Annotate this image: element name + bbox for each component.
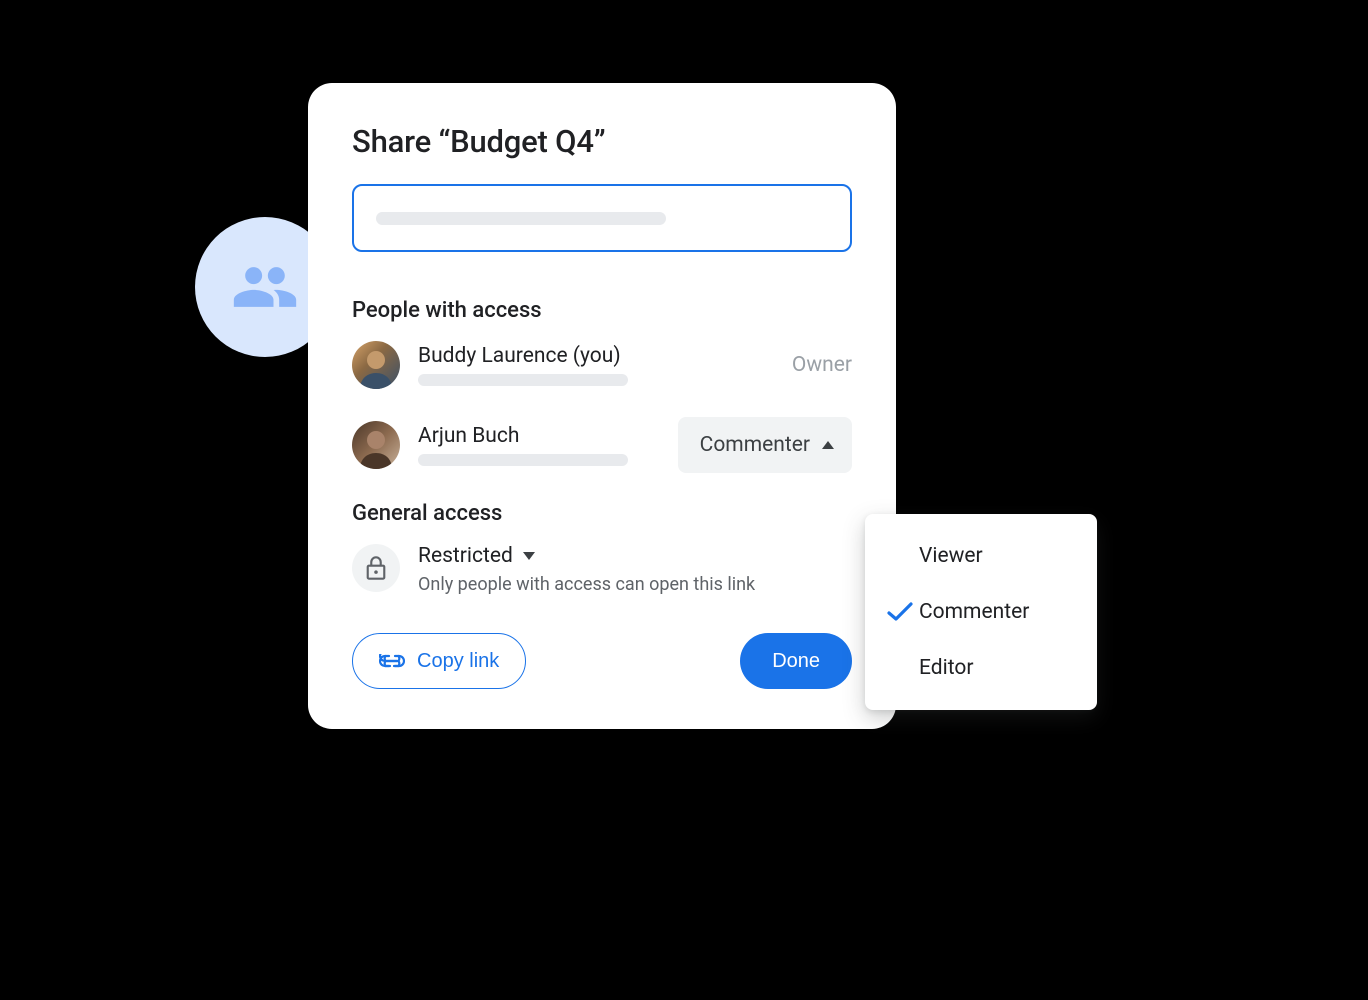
dialog-title: Share “Budget Q4” (352, 123, 852, 160)
lock-icon-container (352, 544, 400, 592)
input-placeholder-skeleton (376, 212, 666, 225)
general-access-heading: General access (352, 501, 852, 526)
general-access-mode-label: Restricted (418, 544, 513, 568)
copy-link-label: Copy link (417, 650, 499, 673)
role-options-menu: Viewer Commenter Editor (865, 514, 1097, 710)
role-option-label: Commenter (919, 600, 1029, 624)
done-button[interactable]: Done (740, 633, 852, 689)
person-name: Buddy Laurence (you) (418, 344, 782, 368)
role-option-viewer[interactable]: Viewer (865, 528, 1097, 584)
people-icon (231, 253, 299, 321)
add-people-input[interactable] (352, 184, 852, 252)
person-email-skeleton (418, 374, 628, 386)
lock-icon (365, 555, 387, 581)
person-role-selected: Commenter (700, 433, 810, 457)
people-with-access-heading: People with access (352, 298, 852, 323)
role-option-editor[interactable]: Editor (865, 640, 1097, 696)
link-icon (379, 654, 405, 668)
role-option-commenter[interactable]: Commenter (865, 584, 1097, 640)
avatar (352, 421, 400, 469)
general-access-mode-dropdown[interactable]: Restricted (418, 544, 535, 568)
person-row: Arjun Buch Commenter (352, 417, 852, 473)
check-icon (885, 602, 915, 622)
person-name: Arjun Buch (418, 424, 678, 448)
chevron-down-icon (523, 552, 535, 560)
role-option-label: Viewer (919, 544, 983, 568)
chevron-up-icon (822, 441, 834, 449)
person-role-label: Owner (792, 353, 852, 377)
person-role-dropdown[interactable]: Commenter (678, 417, 852, 473)
person-email-skeleton (418, 454, 628, 466)
person-row: Buddy Laurence (you) Owner (352, 341, 852, 389)
share-dialog: Share “Budget Q4” People with access Bud… (308, 83, 896, 729)
general-access-description: Only people with access can open this li… (418, 574, 755, 595)
role-option-label: Editor (919, 656, 973, 680)
avatar (352, 341, 400, 389)
copy-link-button[interactable]: Copy link (352, 633, 526, 689)
